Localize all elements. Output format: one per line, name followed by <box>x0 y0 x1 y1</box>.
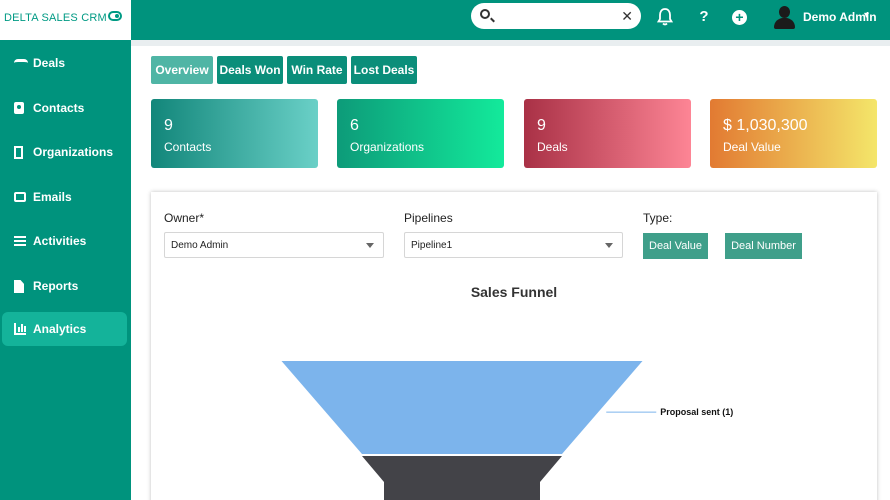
avatar[interactable] <box>773 5 795 29</box>
stat-value: 6 <box>350 117 359 134</box>
stat-label: Organizations <box>350 140 425 154</box>
stat-value: 9 <box>537 117 546 134</box>
funnel-label: Proposal sent (1) <box>660 407 733 417</box>
bell-icon[interactable] <box>656 8 674 31</box>
stat-label: Contacts <box>164 140 212 154</box>
sidebar-item-analytics[interactable]: Analytics <box>2 312 127 346</box>
sidebar-item-label: Activities <box>33 234 87 248</box>
search-icon <box>480 9 490 19</box>
bar-chart-icon <box>14 323 26 335</box>
funnel-segment[interactable] <box>281 361 643 454</box>
sidebar-item-contacts[interactable]: Contacts <box>2 91 127 125</box>
stat-value: $ 1,030,300 <box>723 117 808 134</box>
building-icon <box>14 146 23 159</box>
stat-label: Deal Value <box>723 140 781 154</box>
stat-card-deal-value[interactable]: $ 1,030,300 Deal Value <box>710 99 877 168</box>
envelope-icon <box>14 192 26 202</box>
sidebar-toggle-icon[interactable] <box>108 11 122 21</box>
sidebar-item-activities[interactable]: Activities <box>2 224 127 258</box>
search-input[interactable] <box>497 7 617 25</box>
sidebar-item-label: Contacts <box>33 101 85 115</box>
stat-card-organizations[interactable]: 6 Organizations <box>337 99 504 168</box>
chevron-down-icon[interactable]: ▾ <box>864 10 869 21</box>
avatar-head <box>779 6 790 18</box>
sidebar-item-reports[interactable]: Reports <box>2 269 127 303</box>
stat-card-deals[interactable]: 9 Deals <box>524 99 691 168</box>
brand-area: DELTA SALES CRM <box>0 0 131 40</box>
sidebar-item-label: Analytics <box>33 322 87 336</box>
sidebar-item-organizations[interactable]: Organizations <box>2 135 127 169</box>
list-icon <box>14 236 26 246</box>
tab-lost-deals[interactable]: Lost Deals <box>351 56 417 84</box>
add-icon[interactable]: + <box>732 10 747 25</box>
stat-label: Deals <box>537 140 568 154</box>
tab-overview[interactable]: Overview <box>151 56 213 84</box>
top-bar: DELTA SALES CRM ✕ ? + Demo Admin ▾ <box>0 0 890 40</box>
sidebar-item-label: Reports <box>33 279 79 293</box>
avatar-body <box>774 18 795 29</box>
handshake-icon <box>14 59 28 67</box>
file-icon <box>14 280 24 293</box>
sidebar-item-emails[interactable]: Emails <box>2 180 127 214</box>
funnel-chart: Proposal sent (1) <box>281 361 733 500</box>
sidebar-item-label: Deals <box>33 56 66 70</box>
sidebar-item-label: Organizations <box>33 145 114 159</box>
funnel-segment[interactable] <box>362 456 562 500</box>
contacts-icon <box>14 102 24 114</box>
help-icon[interactable]: ? <box>696 8 712 26</box>
brand-name[interactable]: DELTA SALES CRM <box>4 12 107 24</box>
analytics-panel: Owner* Demo Admin Pipelines Pipeline1 Ty… <box>151 192 877 500</box>
tab-deals-won[interactable]: Deals Won <box>217 56 283 84</box>
sidebar: Deals Contacts Organizations Emails Acti… <box>0 40 131 500</box>
stat-value: 9 <box>164 117 173 134</box>
sidebar-item-label: Emails <box>33 190 72 204</box>
sidebar-item-deals[interactable]: Deals <box>2 46 127 80</box>
clear-search-icon[interactable]: ✕ <box>621 7 633 25</box>
main-content: Overview Deals Won Win Rate Lost Deals 9… <box>131 40 890 500</box>
search-box: ✕ <box>471 3 641 29</box>
header-shadow-strip <box>131 40 890 46</box>
stat-card-contacts[interactable]: 9 Contacts <box>151 99 318 168</box>
tab-win-rate[interactable]: Win Rate <box>287 56 347 84</box>
